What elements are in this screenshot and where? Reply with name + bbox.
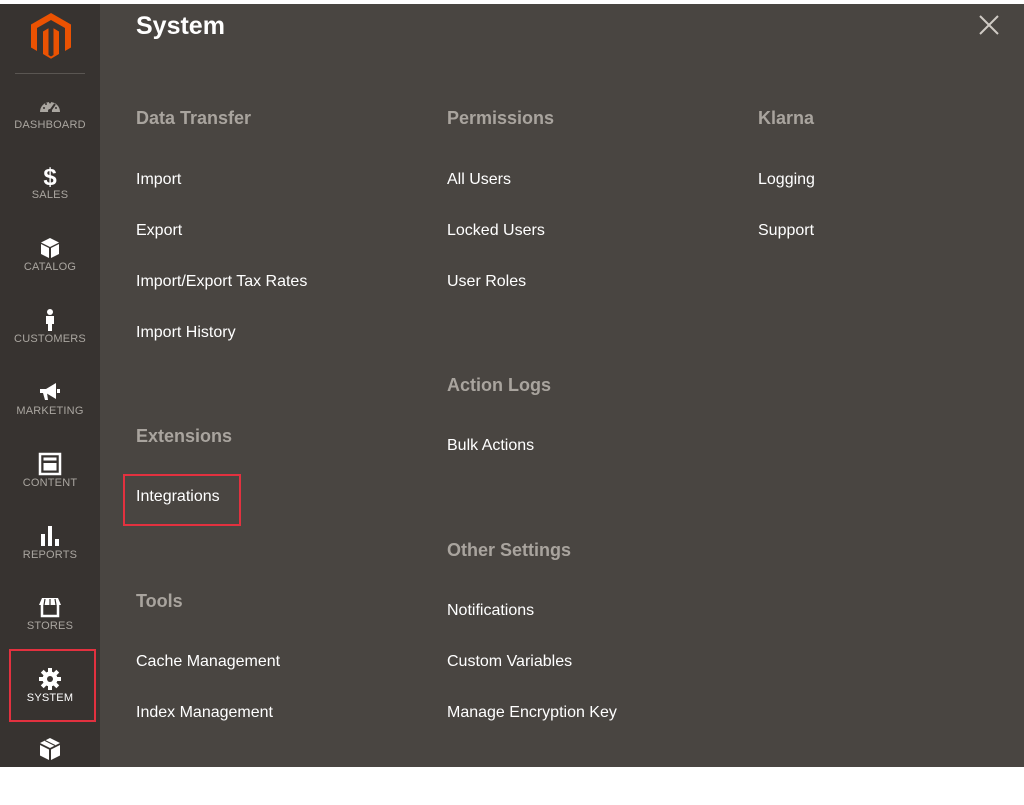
menu-link-logging[interactable]: Logging — [758, 171, 815, 189]
section-title-data-transfer: Data Transfer — [136, 108, 252, 128]
menu-link-import[interactable]: Import — [136, 171, 181, 189]
page-title: System — [136, 12, 225, 40]
menu-link-import-export-tax-rates[interactable]: Import/Export Tax Rates — [136, 273, 307, 291]
sidebar-item-label: REPORTS — [22, 549, 78, 561]
sidebar-item-label: MARKETING — [16, 405, 84, 417]
megaphone-icon — [40, 383, 60, 400]
menu-link-cache-management[interactable]: Cache Management — [136, 653, 280, 671]
admin-window: DASHBOARD $ SALES CATALOG CUSTOMERS MARK… — [0, 0, 1024, 767]
sidebar-item-catalog[interactable]: CATALOG — [0, 236, 100, 304]
integrations-highlight-box — [123, 474, 241, 526]
sidebar-item-label: SALES — [31, 189, 69, 201]
menu-link-locked-users[interactable]: Locked Users — [447, 222, 545, 240]
section-title-extensions: Extensions — [136, 426, 233, 446]
boxes-icon — [40, 738, 60, 760]
section-title-other-settings: Other Settings — [447, 540, 572, 560]
close-icon[interactable] — [978, 14, 1000, 36]
sidebar-item-customers[interactable]: CUSTOMERS — [0, 308, 100, 376]
dollar-icon: $ — [43, 164, 57, 188]
menu-link-user-roles[interactable]: User Roles — [447, 273, 526, 291]
magento-logo[interactable] — [28, 11, 74, 61]
sidebar-item-partners[interactable] — [0, 737, 100, 805]
sidebar-divider — [15, 73, 85, 74]
store-icon — [39, 598, 61, 618]
sidebar-item-content[interactable]: CONTENT — [0, 452, 100, 520]
menu-link-support[interactable]: Support — [758, 222, 814, 240]
system-highlight-box — [9, 649, 96, 722]
svg-text:$: $ — [43, 164, 57, 188]
sidebar-item-label: CATALOG — [23, 261, 77, 273]
menu-link-bulk-actions[interactable]: Bulk Actions — [447, 437, 534, 455]
section-title-action-logs: Action Logs — [447, 375, 551, 395]
sidebar-item-label: STORES — [26, 620, 74, 632]
sidebar-item-label: DASHBOARD — [14, 119, 86, 131]
menu-link-export[interactable]: Export — [136, 222, 182, 240]
dashboard-icon — [40, 101, 60, 113]
bar-chart-icon — [41, 526, 59, 546]
cube-icon — [41, 238, 59, 258]
person-icon — [46, 309, 54, 331]
sidebar-item-label: CUSTOMERS — [14, 333, 86, 345]
menu-link-custom-variables[interactable]: Custom Variables — [447, 653, 572, 671]
section-title-permissions: Permissions — [447, 108, 555, 128]
sidebar-item-label: CONTENT — [22, 477, 78, 489]
sidebar: DASHBOARD $ SALES CATALOG CUSTOMERS MARK… — [0, 4, 100, 767]
sidebar-item-sales[interactable]: $ SALES — [0, 164, 100, 232]
menu-link-index-management[interactable]: Index Management — [136, 704, 273, 722]
menu-link-all-users[interactable]: All Users — [447, 171, 511, 189]
section-title-tools: Tools — [136, 591, 183, 611]
section-title-klarna: Klarna — [758, 108, 815, 128]
menu-link-import-history[interactable]: Import History — [136, 324, 236, 342]
sidebar-item-marketing[interactable]: MARKETING — [0, 380, 100, 448]
system-menu-panel: System Data Transfer Import Export Impor… — [100, 4, 1024, 767]
menu-link-notifications[interactable]: Notifications — [447, 602, 534, 620]
sidebar-item-reports[interactable]: REPORTS — [0, 524, 100, 592]
menu-link-manage-encryption-key[interactable]: Manage Encryption Key — [447, 704, 617, 722]
sidebar-item-dashboard[interactable]: DASHBOARD — [0, 94, 100, 162]
layout-icon — [38, 452, 62, 476]
